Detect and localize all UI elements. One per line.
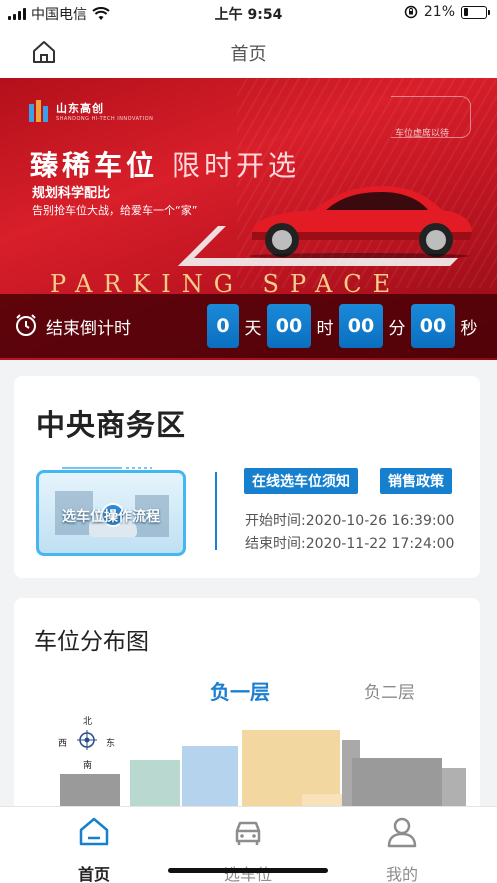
compass-east: 东: [106, 739, 116, 749]
promo-banner[interactable]: 山东高创 SHANDONG HI-TECH INNOVATION 车位虚席以待 …: [0, 78, 497, 360]
tab-mine-label: 我的: [385, 865, 418, 883]
vertical-divider: [215, 472, 217, 550]
end-time: 结束时间:2020-11-22 17:24:00: [245, 536, 455, 552]
video-caption: 选车位操作流程: [62, 509, 160, 525]
battery-percent: 21%: [423, 4, 455, 20]
corner-logo-text: 车位虚席以待: [395, 129, 450, 139]
status-bar: 中国电信 上午 9:54 21%: [0, 0, 497, 26]
brand-logo-text: 山东高创: [56, 102, 104, 115]
countdown-days-unit: 天: [244, 318, 262, 339]
car-image: [249, 186, 472, 258]
home-icon: [79, 817, 109, 846]
banner-tagline: 告别抢车位大战，给爱车一个“家”: [32, 204, 198, 217]
corner-logo: 车位虚席以待: [391, 96, 471, 139]
project-name: 中央商务区: [36, 408, 187, 442]
page-title: 首页: [230, 44, 267, 65]
nav-bar: 首页: [0, 26, 497, 78]
countdown-bar: 结束倒计时 0 天 00 时 00 分 00 秒: [0, 294, 497, 358]
decorative-lines: [62, 467, 152, 469]
compass-west: 西: [58, 739, 68, 749]
notice-button[interactable]: 在线选车位须知: [244, 468, 358, 494]
project-card: 中央商务区 选车位操作流程 在线选车位须知 销售政策 开始时间:2020-10-…: [14, 376, 480, 578]
sales-policy-button[interactable]: 销售政策: [380, 468, 452, 494]
start-time: 开始时间:2020-10-26 16:39:00: [245, 513, 455, 529]
compass: 北 南 西 东: [58, 717, 116, 771]
alarm-clock-icon: [16, 314, 36, 336]
countdown-label: 结束倒计时: [46, 319, 131, 339]
countdown-minutes: 00: [339, 304, 383, 348]
user-icon: [387, 817, 417, 848]
brand-logo-subtext: SHANDONG HI-TECH INNOVATION: [56, 116, 154, 122]
battery-level: [463, 8, 468, 16]
status-right: 21%: [404, 4, 490, 20]
countdown-seconds: 00: [411, 304, 455, 348]
orientation-lock-icon: [404, 5, 418, 19]
countdown-hours-unit: 时: [316, 318, 334, 339]
distribution-title: 车位分布图: [34, 629, 149, 655]
banner-subtitle: 规划科学配比: [32, 186, 111, 201]
tutorial-video[interactable]: 选车位操作流程: [36, 470, 186, 556]
brand-logo: 山东高创 SHANDONG HI-TECH INNOVATION: [28, 98, 153, 124]
countdown-values: 0 天 00 时 00 分 00 秒: [207, 304, 483, 348]
compass-south: 南: [83, 761, 93, 771]
tab-mine[interactable]: 我的: [352, 815, 452, 883]
car-icon: [235, 821, 261, 845]
distribution-card: 车位分布图 负一层 负二层 北 南 西 东: [14, 598, 480, 838]
battery-icon: [461, 5, 490, 19]
brand-logo-icon: [29, 100, 48, 122]
compass-north: 北: [83, 717, 93, 727]
compass-icon: [77, 730, 97, 750]
countdown-days: 0: [207, 304, 239, 348]
countdown-hours: 00: [267, 304, 311, 348]
headline-main: 臻稀车位: [30, 149, 159, 182]
tab-home[interactable]: 首页: [44, 815, 144, 883]
countdown-seconds-unit: 秒: [460, 318, 478, 339]
tab-home-label: 首页: [77, 865, 110, 883]
floor-tab-b1[interactable]: 负一层: [210, 676, 270, 705]
countdown-minutes-unit: 分: [388, 318, 406, 339]
floor-tab-b2[interactable]: 负二层: [364, 678, 415, 703]
home-indicator: [168, 868, 328, 873]
